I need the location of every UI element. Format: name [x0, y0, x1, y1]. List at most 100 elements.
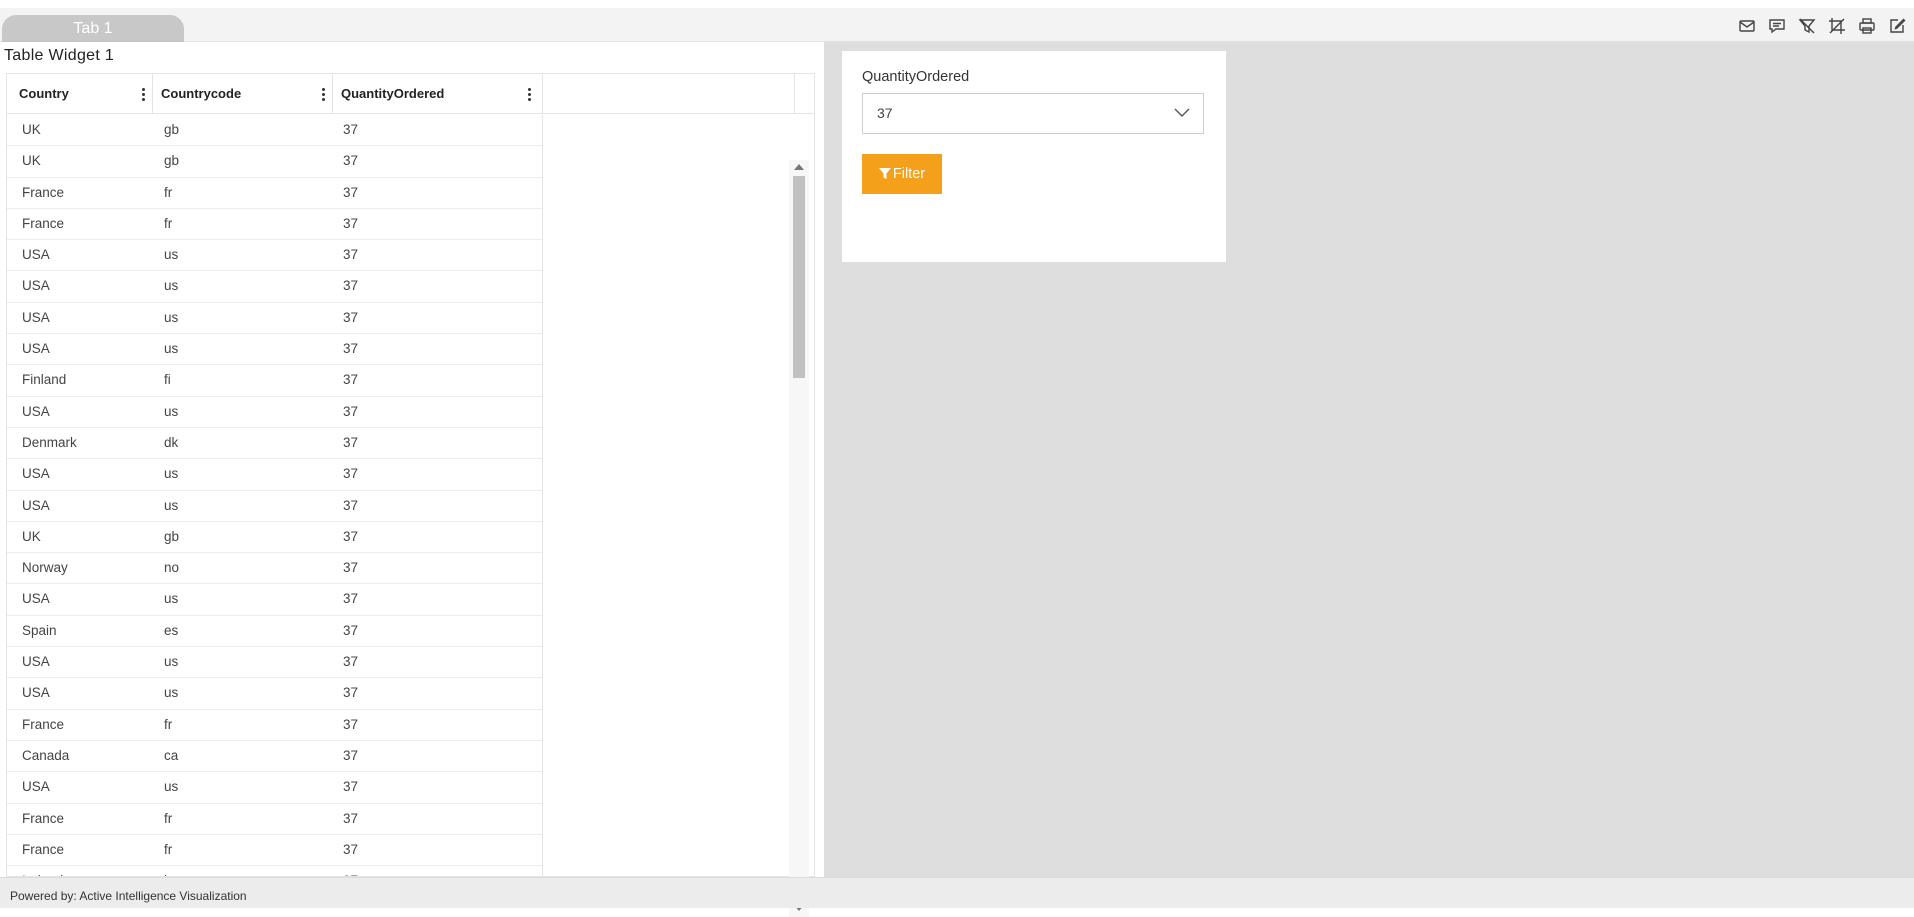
column-header-country[interactable]: Country	[19, 74, 69, 114]
table-cell: no	[164, 560, 180, 576]
footer: Powered by: Active Intelligence Visualiz…	[0, 877, 1914, 908]
edit-icon[interactable]	[1886, 15, 1908, 37]
table-cell: fr	[164, 716, 173, 732]
table-row[interactable]: USA us 37	[7, 647, 542, 679]
comment-icon[interactable]	[1766, 15, 1788, 37]
table-cell: us	[164, 278, 179, 294]
mail-icon[interactable]	[1736, 15, 1758, 37]
table-cell: es	[164, 622, 179, 638]
table-cell: 37	[343, 153, 359, 169]
tab-1[interactable]: Tab 1	[2, 15, 184, 42]
table-cell: USA	[22, 403, 50, 419]
column-divider	[542, 115, 543, 876]
table-row[interactable]: UK gb 37	[7, 522, 542, 554]
table-cell: us	[164, 309, 179, 325]
table-row[interactable]: France fr 37	[7, 804, 542, 835]
scrollbar-thumb[interactable]	[793, 176, 805, 378]
tab-bar: Tab 1	[0, 8, 1914, 42]
table-row[interactable]: Finland fi 37	[7, 365, 542, 397]
column-header-countrycode[interactable]: Countrycode	[161, 74, 241, 114]
table-cell: USA	[22, 779, 50, 795]
table-cell: us	[164, 685, 179, 701]
table-cell: Ireland	[22, 866, 63, 876]
table-cell: 37	[343, 184, 359, 200]
table-cell: 37	[343, 278, 359, 294]
table-cell: 37	[343, 716, 359, 732]
table-cell: us	[164, 403, 179, 419]
column-menu-icon[interactable]	[318, 87, 328, 103]
table-row[interactable]: Norway no 37	[7, 553, 542, 585]
table-cell: fi	[164, 372, 171, 388]
table-cell: 37	[343, 622, 359, 638]
table-row[interactable]: France fr 37	[7, 835, 542, 867]
table-cell: fr	[164, 810, 173, 826]
table-cell: UK	[22, 153, 41, 169]
table-cell: fr	[164, 184, 173, 200]
table-cell: UK	[22, 528, 41, 544]
column-menu-icon[interactable]	[524, 87, 534, 103]
table-cell: 37	[343, 779, 359, 795]
vertical-scrollbar[interactable]	[789, 160, 809, 917]
column-divider	[794, 74, 795, 114]
table-cell: 37	[343, 372, 359, 388]
table-cell: 37	[343, 122, 359, 137]
grid-header: Country Countrycode QuantityOrdered	[7, 74, 814, 114]
table-cell: 37	[343, 866, 358, 876]
table-row[interactable]: USA us 37	[7, 271, 542, 303]
crop-icon[interactable]	[1826, 15, 1848, 37]
table-cell: 37	[343, 560, 359, 576]
column-divider[interactable]	[332, 74, 333, 114]
table-cell: UK	[22, 122, 41, 137]
table-cell: 37	[343, 466, 359, 482]
table-cell: dk	[164, 434, 179, 450]
table-cell: 37	[343, 434, 359, 450]
widget-title: Table Widget 1	[4, 47, 115, 64]
table-row[interactable]: USA us 37	[7, 491, 542, 522]
table-row[interactable]: USA us 37	[7, 397, 542, 428]
table-row[interactable]: UK gb 37	[7, 115, 542, 147]
table-row[interactable]: USA us 37	[7, 678, 542, 710]
table-cell: Spain	[22, 622, 57, 638]
table-row[interactable]: Ireland ie 37	[7, 866, 542, 876]
table-cell: 37	[343, 528, 359, 544]
table-cell: us	[164, 341, 179, 357]
table-row[interactable]: USA us 37	[7, 772, 542, 804]
table-row[interactable]: Canada ca 37	[7, 741, 542, 773]
table-cell: USA	[22, 247, 50, 263]
table-row[interactable]: USA us 37	[7, 240, 542, 272]
table-cell: ie	[164, 866, 175, 876]
column-divider[interactable]	[152, 74, 153, 114]
print-icon[interactable]	[1856, 15, 1878, 37]
footer-text: Powered by: Active Intelligence Visualiz…	[10, 889, 247, 903]
column-header-quantityordered[interactable]: QuantityOrdered	[341, 74, 444, 114]
table-row[interactable]: USA us 37	[7, 459, 542, 491]
column-divider	[542, 74, 543, 114]
table-row[interactable]: UK gb 37	[7, 146, 542, 178]
table-row[interactable]: France fr 37	[7, 178, 542, 209]
table-cell: USA	[22, 685, 50, 701]
table-cell: USA	[22, 309, 50, 325]
table-row[interactable]: USA us 37	[7, 303, 542, 335]
scroll-up-icon[interactable]	[794, 164, 804, 170]
filter-button-label: Filter	[892, 166, 926, 182]
table-cell: France	[22, 716, 65, 732]
table-row[interactable]: Denmark dk 37	[7, 428, 542, 460]
table-row[interactable]: Spain es 37	[7, 616, 542, 648]
table-cell: 37	[343, 247, 359, 263]
table-cell: ca	[164, 747, 179, 763]
table-cell: 37	[343, 309, 359, 325]
clear-filter-icon[interactable]	[1796, 15, 1818, 37]
table-row[interactable]: France fr 37	[7, 710, 542, 741]
table-cell: France	[22, 841, 65, 857]
table-cell: 37	[343, 215, 359, 231]
table-cell: USA	[22, 466, 50, 482]
filter-button[interactable]: Filter	[862, 154, 942, 194]
table-row[interactable]: France fr 37	[7, 209, 542, 241]
table-row[interactable]: USA us 37	[7, 334, 542, 366]
table-cell: us	[164, 591, 179, 607]
table-cell: Finland	[22, 372, 67, 388]
column-menu-icon[interactable]	[138, 87, 148, 103]
table-cell: gb	[164, 122, 180, 137]
quantity-select[interactable]: 37	[862, 93, 1204, 134]
table-row[interactable]: USA us 37	[7, 584, 542, 616]
